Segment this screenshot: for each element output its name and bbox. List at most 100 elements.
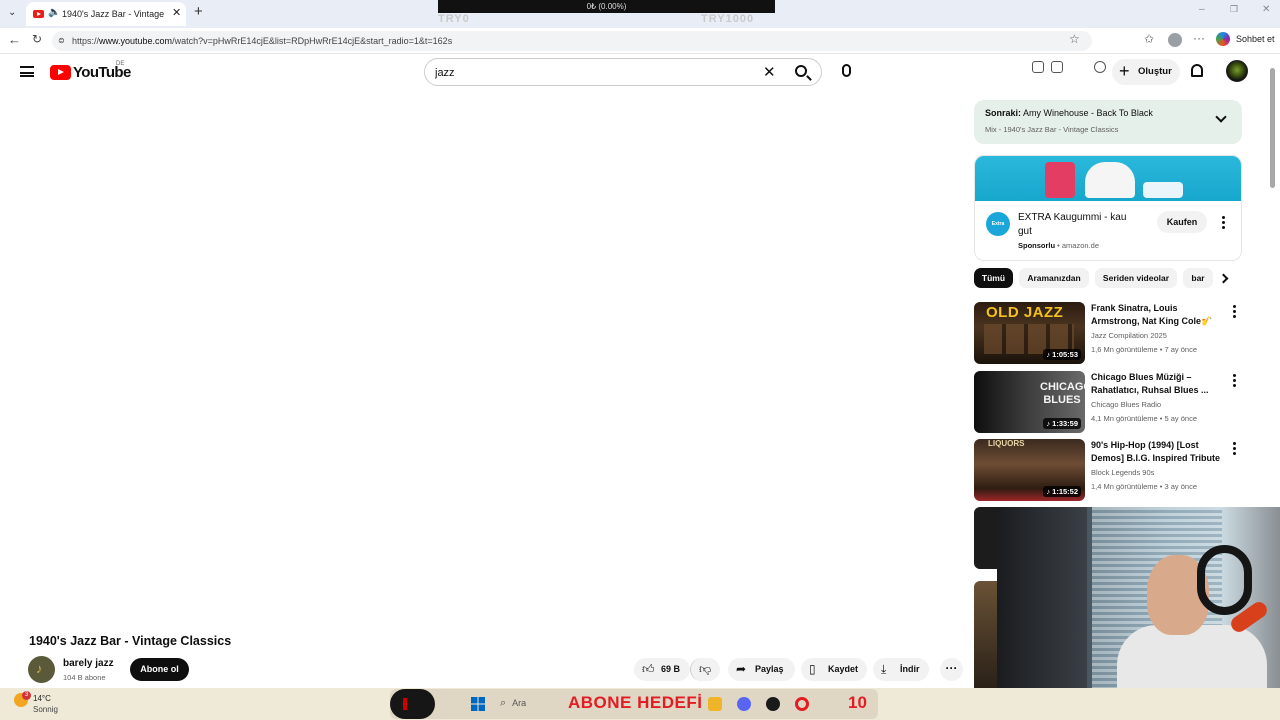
voice-search-icon[interactable]	[842, 64, 851, 77]
back-icon[interactable]: ←	[8, 32, 21, 47]
save-button[interactable]: ▯ Kaydet	[801, 658, 867, 681]
ad-banner-image[interactable]	[975, 156, 1241, 201]
tab-list-icon[interactable]: ⌄	[8, 7, 16, 18]
discord-icon[interactable]	[737, 697, 751, 711]
search-box: ✕	[424, 58, 822, 86]
advertiser-logo: Extra	[986, 212, 1010, 236]
scrollbar-thumb[interactable]	[1270, 68, 1275, 188]
restore-icon[interactable]: ❐	[1230, 4, 1238, 15]
sponsored-ad[interactable]: Extra EXTRA Kaugummi - kau gut Sponsorlu…	[974, 155, 1242, 261]
video-thumbnail[interactable]: LIQUORS ♪ 1:15:52	[974, 439, 1085, 501]
video-menu-icon[interactable]	[1233, 305, 1237, 319]
close-tab-icon[interactable]: ✕	[172, 6, 181, 19]
webcam-person-body	[1117, 625, 1267, 688]
browser-tab-bar: ⌄ 🔈 1940's Jazz Bar - Vintage Classics ✕…	[0, 0, 1280, 28]
ad-title: EXTRA Kaugummi - kau gut	[1018, 212, 1127, 237]
like-button[interactable]: 👍︎ 69 B	[634, 658, 690, 681]
up-next-panel[interactable]: Sonraki: Amy Winehouse - Back To Black M…	[974, 100, 1242, 144]
subscriber-goal-banner: ABONE HEDEFİ	[568, 693, 703, 712]
translate-icon[interactable]	[1032, 61, 1044, 73]
minimize-icon[interactable]: –	[1199, 4, 1205, 15]
video-meta: 1,4 Mn görüntüleme • 3 ay önce	[1091, 482, 1198, 491]
clear-search-icon[interactable]: ✕	[763, 63, 776, 81]
extensions-icon[interactable]	[1094, 61, 1106, 73]
partial-thumbnail[interactable]	[974, 507, 997, 569]
windows-start-icon[interactable]	[471, 697, 485, 711]
url-field[interactable]: ⊜ https://www.youtube.com/watch?v=pHwRrE…	[52, 31, 1092, 51]
subscribe-button[interactable]: Abone ol	[130, 658, 189, 681]
favorite-star-icon[interactable]: ☆	[1069, 32, 1080, 46]
channel-avatar[interactable]	[28, 656, 55, 683]
share-button[interactable]: ➦ Paylaş	[728, 658, 795, 681]
search-input[interactable]	[435, 64, 755, 82]
video-channel[interactable]: Chicago Blues Radio	[1091, 400, 1161, 409]
recording-indicator-icon	[390, 689, 435, 719]
download-button[interactable]: ⤓ İndir	[873, 658, 929, 681]
taskbar-search[interactable]: Ara	[500, 697, 526, 710]
site-info-icon[interactable]: ⊜	[58, 31, 65, 51]
chip-all[interactable]: Tümü	[974, 268, 1013, 288]
thumbnail-text: LIQUORS	[988, 439, 1025, 448]
notifications-bell-icon[interactable]	[1191, 64, 1203, 77]
more-options-icon[interactable]: ···	[1193, 31, 1205, 45]
video-title[interactable]: 90's Hip-Hop (1994) [Lost Demos] B.I.G. …	[1091, 439, 1227, 466]
close-window-icon[interactable]: ✕	[1262, 4, 1270, 15]
tab-youtube[interactable]: 🔈 1940's Jazz Bar - Vintage Classics ✕	[26, 2, 186, 26]
save-label: Kaydet	[828, 664, 859, 674]
country-code: DE	[116, 61, 125, 67]
recommendation-item[interactable]: LIQUORS ♪ 1:15:52 90's Hip-Hop (1994) [L…	[974, 439, 1242, 501]
copilot-button[interactable]: Sohbet et	[1216, 32, 1275, 46]
gum-pack-image	[1143, 182, 1183, 198]
new-tab-icon[interactable]: +	[194, 3, 203, 20]
video-title: 1940's Jazz Bar - Vintage Classics	[29, 634, 232, 648]
obs-icon[interactable]	[766, 697, 780, 711]
more-actions-icon[interactable]: ···	[940, 658, 963, 681]
url-host: www.youtube.com	[99, 36, 173, 46]
video-meta: 1,6 Mn görüntüleme • 7 ay önce	[1091, 345, 1198, 354]
ticker-left-label: TRY0	[438, 13, 470, 25]
guide-menu-icon[interactable]	[20, 66, 34, 77]
video-duration: ♪ 1:15:52	[1043, 486, 1081, 497]
up-next-prefix: Sonraki:	[985, 108, 1022, 118]
channel-name[interactable]: barely jazz	[63, 658, 114, 669]
chip-bar[interactable]: bar	[1183, 268, 1213, 288]
url-path: /watch?v=pHwRrE14cjE&list=RDpHwRrE14cjE&…	[172, 36, 453, 46]
video-title[interactable]: Frank Sinatra, Louis Armstrong, Nat King…	[1091, 302, 1227, 329]
video-title[interactable]: Chicago Blues Müziği – Rahatlatıcı, Ruhs…	[1091, 371, 1227, 397]
opera-icon[interactable]	[795, 697, 809, 711]
video-thumbnail[interactable]: CHICAGO BLUES ♪ 1:33:59	[974, 371, 1085, 433]
search-icon[interactable]	[795, 65, 807, 77]
ad-meta: Sponsorlu • amazon.de	[1018, 241, 1099, 250]
recommendation-item[interactable]: OLD JAZZ ♪ 1:05:53 Frank Sinatra, Louis …	[974, 302, 1242, 364]
create-button[interactable]: Oluştur	[1112, 58, 1180, 85]
apps-icon[interactable]	[1051, 61, 1063, 73]
file-explorer-icon[interactable]	[708, 697, 722, 711]
video-menu-icon[interactable]	[1233, 442, 1237, 456]
like-count: 69 B	[661, 664, 681, 674]
weather-badge: 3	[22, 691, 31, 700]
account-avatar[interactable]	[1226, 60, 1248, 82]
ad-domain: amazon.de	[1061, 241, 1099, 250]
youtube-logo[interactable]: YouTube DE	[50, 61, 131, 81]
chips-next-icon[interactable]	[1218, 273, 1229, 284]
recommendation-item[interactable]: CHICAGO BLUES ♪ 1:33:59 Chicago Blues Mü…	[974, 371, 1242, 433]
share-icon: ➦	[736, 662, 747, 676]
video-player[interactable]	[20, 96, 964, 616]
speaker-icon[interactable]: 🔈	[48, 7, 60, 18]
ad-menu-icon[interactable]	[1222, 216, 1226, 230]
dislike-button[interactable]: 👎︎	[690, 658, 720, 681]
ad-buy-button[interactable]: Kaufen	[1157, 211, 1207, 233]
video-menu-icon[interactable]	[1233, 374, 1237, 388]
temperature[interactable]: 14°C	[33, 694, 51, 703]
chip-series-videos[interactable]: Seriden videolar	[1095, 268, 1177, 288]
partial-thumbnail[interactable]	[974, 581, 997, 688]
video-thumbnail[interactable]: OLD JAZZ ♪ 1:05:53	[974, 302, 1085, 364]
reload-icon[interactable]: ↻	[32, 32, 42, 46]
chip-from-search[interactable]: Aramanızdan	[1019, 268, 1089, 288]
gum-pack-image	[1085, 162, 1135, 198]
video-channel[interactable]: Block Legends 90s	[1091, 468, 1154, 477]
video-channel[interactable]: Jazz Compilation 2025	[1091, 331, 1167, 340]
expand-chevron-icon[interactable]	[1215, 111, 1227, 123]
favorites-icon[interactable]: ✩	[1144, 32, 1154, 46]
profile-icon[interactable]	[1168, 33, 1182, 47]
